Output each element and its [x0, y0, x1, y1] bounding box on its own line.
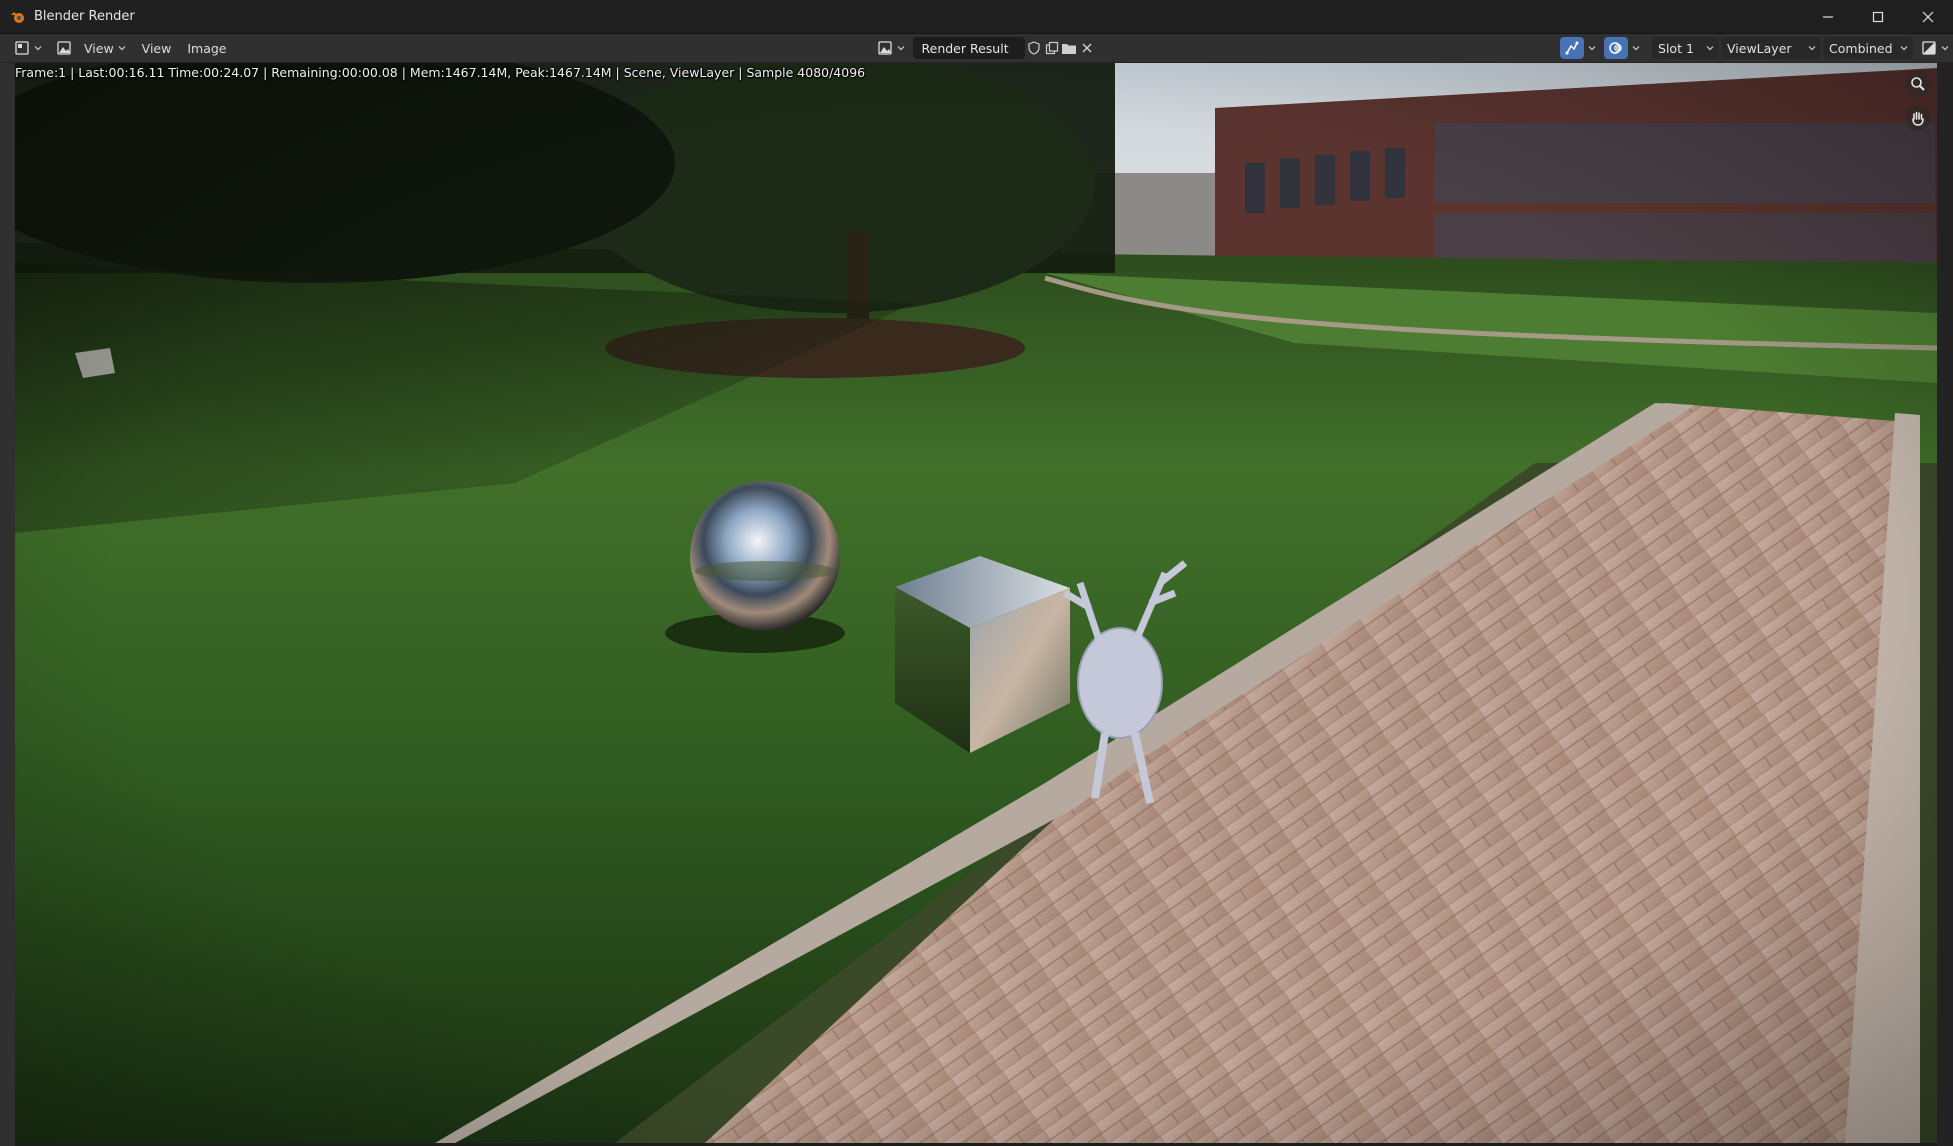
render-status-info: Frame:1 | Last:00:16.11 Time:00:24.07 | … [15, 65, 866, 80]
maximize-button[interactable] [1853, 0, 1903, 33]
image-menu[interactable]: Image [179, 37, 234, 59]
duplicate-image-icon [1045, 41, 1058, 55]
image-mode-icon [57, 41, 71, 55]
view-menu-label: View [141, 40, 172, 56]
unlink-x-icon [1082, 43, 1092, 53]
close-button[interactable] [1903, 0, 1953, 33]
browse-image-button[interactable] [873, 37, 909, 59]
image-menu-label: Image [187, 40, 227, 56]
chevron-down-icon [34, 46, 42, 51]
zoom-view-button[interactable] [1905, 71, 1931, 97]
chevron-down-icon [1808, 46, 1816, 51]
gizmo-toggle-icon [1565, 41, 1579, 55]
view-layer-label: ViewLayer [1727, 40, 1792, 56]
overlay-options-dropdown[interactable] [1628, 37, 1644, 59]
browse-folder-icon [1062, 44, 1077, 54]
render-pass-dropdown[interactable]: Combined [1823, 37, 1914, 59]
pan-view-button[interactable] [1905, 105, 1931, 131]
open-image-button[interactable] [1061, 37, 1079, 59]
blender-logo-icon [10, 9, 26, 25]
chevron-down-icon [1941, 46, 1949, 51]
window-title-bar: Blender Render [0, 0, 1953, 34]
duplicate-image-button[interactable] [1043, 37, 1061, 59]
render-image [15, 63, 1937, 1143]
image-name-field[interactable]: Render Result [912, 37, 1026, 59]
render-pass-label: Combined [1829, 40, 1893, 56]
view-layer-dropdown[interactable]: ViewLayer [1721, 37, 1822, 59]
chevron-down-icon [1706, 46, 1714, 51]
view-dropdown-label: View [84, 40, 114, 56]
pan-hand-icon [1912, 111, 1924, 126]
display-channels-icon [1922, 41, 1936, 55]
image-name-text: Render Result [921, 40, 1009, 56]
zoom-magnifier-icon [1911, 77, 1925, 91]
fake-user-shield-icon [1028, 41, 1040, 55]
image-editor-header: View View Image Render Result Slot 1 Vie… [0, 34, 1953, 63]
fake-user-button[interactable] [1025, 37, 1043, 59]
unlink-image-button[interactable] [1078, 37, 1096, 59]
toolbar-strip [0, 63, 15, 1146]
chevron-down-icon [1900, 46, 1908, 51]
render-slot-dropdown[interactable]: Slot 1 [1652, 37, 1720, 59]
window-title: Blender Render [34, 9, 135, 24]
view-dropdown-menu[interactable]: View [76, 37, 134, 59]
gizmo-options-dropdown[interactable] [1584, 37, 1600, 59]
close-icon [1922, 11, 1934, 22]
editor-type-dropdown[interactable] [10, 37, 46, 59]
image-browse-icon [877, 41, 892, 55]
chevron-down-icon [897, 46, 904, 51]
render-slot-label: Slot 1 [1658, 40, 1694, 56]
overlay-toggle-button[interactable] [1604, 37, 1629, 59]
gizmo-toggle-button[interactable] [1560, 37, 1585, 59]
minimize-icon [1823, 15, 1833, 18]
display-channels-dropdown[interactable] [1917, 37, 1953, 59]
chevron-down-icon [118, 46, 126, 51]
minimize-button[interactable] [1803, 0, 1853, 33]
mode-selector[interactable] [52, 37, 76, 59]
sidebar-strip [1937, 63, 1953, 1146]
chevron-down-icon [1588, 46, 1596, 51]
maximize-icon [1872, 11, 1884, 22]
overlay-toggle-icon [1609, 42, 1623, 54]
render-viewport[interactable]: Frame:1 | Last:00:16.11 Time:00:24.07 | … [15, 63, 1937, 1143]
image-editor-icon [15, 41, 29, 55]
chevron-down-icon [1632, 46, 1640, 51]
view-menu[interactable]: View [134, 37, 180, 59]
